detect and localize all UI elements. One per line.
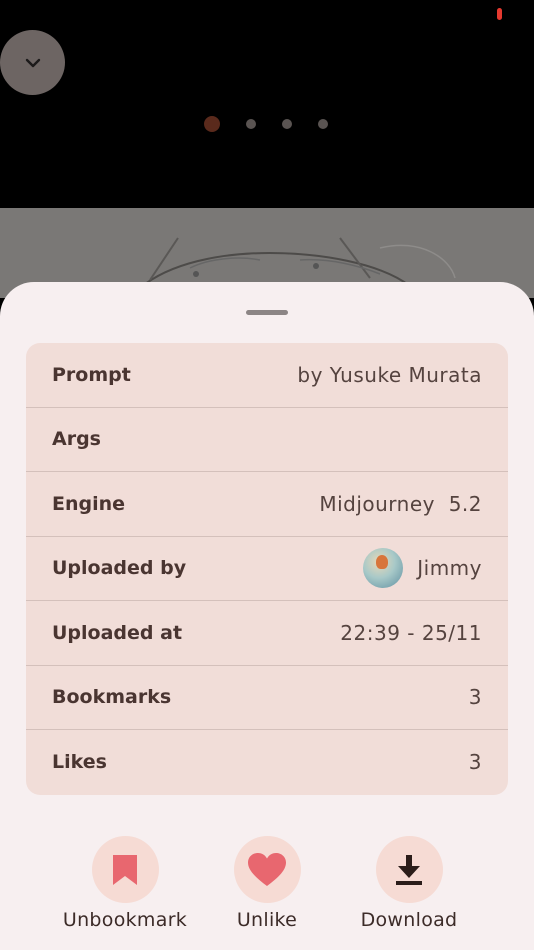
image-pager[interactable] [0, 116, 534, 132]
pager-dot-2[interactable] [246, 119, 256, 129]
details-bottom-sheet: Prompt by Yusuke Murata Args Engine Midj… [0, 282, 534, 950]
chevron-down-icon [25, 58, 40, 67]
download-button[interactable]: Download [334, 836, 484, 931]
bookmark-icon [113, 854, 137, 885]
pager-dot-4[interactable] [318, 119, 328, 129]
avatar[interactable] [363, 548, 404, 589]
detail-row-prompt: Prompt by Yusuke Murata [26, 343, 508, 408]
unbookmark-icon-circle[interactable] [91, 836, 159, 903]
detail-value: 22:39 - 25/11 [340, 620, 482, 645]
unbookmark-button[interactable]: Unbookmark [50, 836, 200, 931]
unlike-button[interactable]: Unlike [192, 836, 342, 931]
detail-value: 3 [468, 750, 482, 775]
drag-handle[interactable] [246, 310, 288, 315]
detail-row-likes: Likes 3 [26, 730, 508, 795]
detail-label: Bookmarks [52, 686, 172, 709]
recording-indicator [497, 8, 502, 20]
image-viewer-header [0, 0, 534, 208]
unlike-icon-circle[interactable] [233, 836, 301, 903]
download-icon-circle[interactable] [375, 836, 443, 903]
download-icon [396, 854, 422, 885]
detail-row-args: Args [26, 408, 508, 472]
uploader-name: Jimmy [417, 556, 482, 581]
detail-row-uploaded-at: Uploaded at 22:39 - 25/11 [26, 601, 508, 666]
detail-row-engine: Engine Midjourney 5.2 [26, 472, 508, 537]
detail-label: Likes [52, 751, 107, 774]
download-label: Download [360, 909, 458, 931]
unlike-label: Unlike [236, 909, 298, 931]
detail-label: Uploaded at [52, 621, 183, 644]
heart-icon [248, 852, 286, 886]
detail-value: 3 [468, 685, 482, 710]
detail-label: Args [52, 428, 101, 451]
detail-label: Engine [52, 492, 126, 515]
detail-row-bookmarks: Bookmarks 3 [26, 666, 508, 730]
detail-label: Uploaded by [52, 557, 187, 580]
pager-dot-1[interactable] [204, 116, 220, 132]
collapse-button[interactable] [0, 30, 65, 95]
action-bar: Unbookmark Unlike Download [0, 836, 534, 936]
detail-value: Midjourney 5.2 [319, 491, 482, 516]
detail-value: by Yusuke Murata [297, 362, 482, 387]
detail-row-uploaded-by[interactable]: Uploaded by Jimmy [26, 537, 508, 601]
details-card: Prompt by Yusuke Murata Args Engine Midj… [26, 343, 508, 795]
pager-dot-3[interactable] [282, 119, 292, 129]
detail-label: Prompt [52, 363, 131, 386]
uploader[interactable]: Jimmy [363, 548, 482, 589]
unbookmark-label: Unbookmark [62, 909, 188, 931]
